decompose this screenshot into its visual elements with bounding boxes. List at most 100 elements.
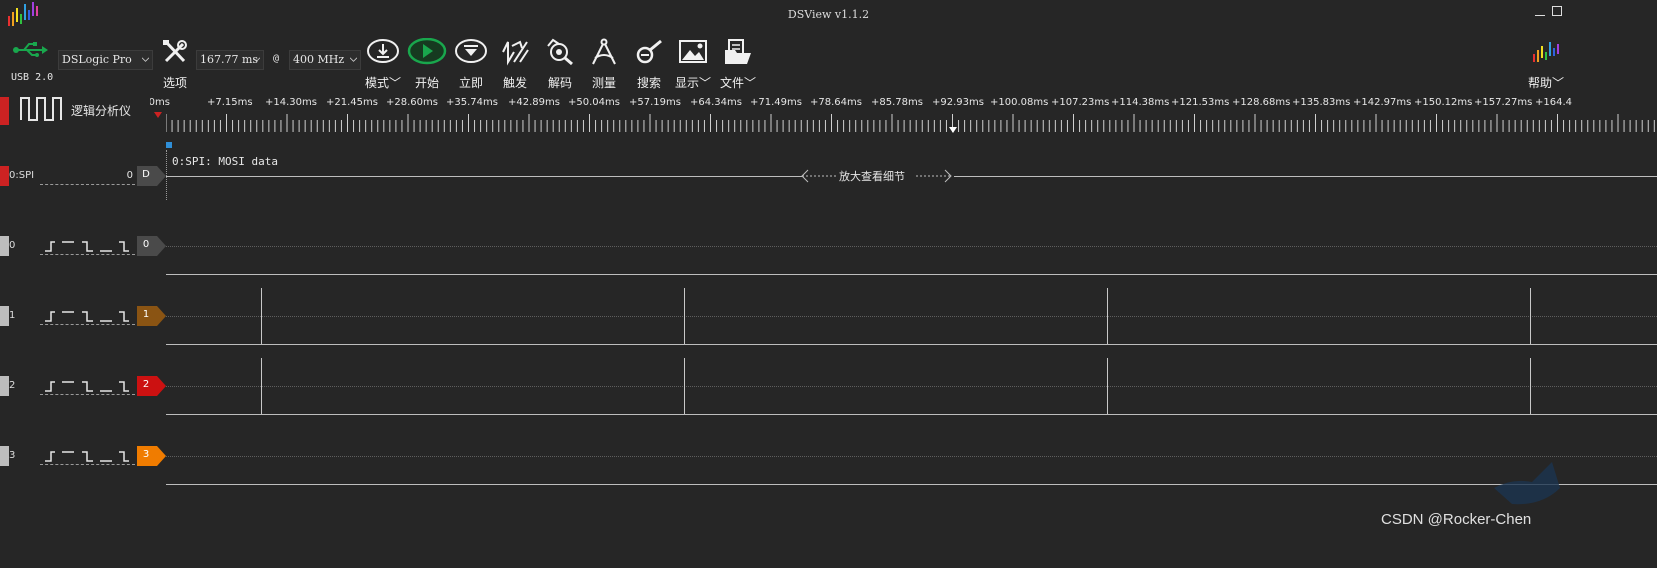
watermark-logo	[1494, 462, 1560, 505]
wrench-screwdriver-icon	[163, 40, 187, 63]
ruler-label: +92.93ms	[932, 97, 984, 108]
trigger-type-icons[interactable]	[40, 448, 135, 465]
trigger-edge-icons	[45, 451, 129, 462]
ruler-label: +14.30ms	[265, 97, 317, 108]
ruler-label: +164.4	[1535, 97, 1573, 108]
ruler-label: +135.83ms	[1292, 97, 1351, 108]
pulse-edge	[261, 358, 262, 414]
display-image-icon	[679, 40, 707, 63]
duration-value: 167.77 ms	[200, 53, 259, 66]
channel-badge[interactable]: 3	[137, 446, 167, 466]
title-bar: DSView v1.1.2	[0, 0, 1657, 30]
ruler-label: +57.19ms	[629, 97, 681, 108]
sample-rate-select[interactable]: 400 MHz	[289, 50, 361, 70]
dropdown-arrow-icon[interactable]	[154, 112, 162, 118]
ruler-label: +64.34ms	[690, 97, 742, 108]
ruler-label: +85.78ms	[871, 97, 923, 108]
channel-midline	[166, 456, 1657, 457]
minimize-button[interactable]	[1533, 4, 1547, 18]
decoder-badge[interactable]: D	[137, 166, 167, 186]
ruler-label: +100.08ms	[990, 97, 1049, 108]
help-label: 帮助	[1527, 76, 1552, 90]
pulse-edge	[684, 358, 685, 414]
file-label: 文件	[719, 76, 744, 90]
cursor-marker-icon[interactable]	[949, 127, 957, 133]
channel-waveform-low	[166, 484, 1657, 485]
trigger-type-icons[interactable]	[40, 238, 135, 255]
trigger-edge-icons	[45, 311, 129, 322]
search-button[interactable]: 搜索	[626, 38, 672, 90]
mode-button[interactable]: 模式﹀	[360, 38, 406, 90]
start-label: 开始	[414, 76, 439, 90]
ruler-ticks	[166, 114, 1655, 132]
channel-badge-label: 2	[142, 379, 150, 390]
mode-label: 模式	[364, 76, 389, 90]
trigger-button[interactable]: 触发	[492, 38, 538, 90]
restore-button[interactable]	[1550, 4, 1564, 18]
display-button[interactable]: 显示﹀	[670, 38, 716, 90]
help-button[interactable]: 帮助﹀	[1526, 38, 1566, 90]
channel-badge[interactable]: 2	[137, 376, 167, 396]
channel-name: 2	[9, 380, 16, 391]
decode-label: 解码	[547, 76, 572, 90]
trigger-edge-icons	[45, 381, 129, 392]
usb-label: USB 2.0	[11, 72, 54, 83]
duration-select[interactable]: 167.77 ms	[196, 50, 264, 70]
decode-icon	[547, 38, 573, 66]
decoder-line-right	[954, 176, 1657, 177]
pulse-edge	[684, 288, 685, 344]
trigger-type-icons[interactable]	[40, 308, 135, 325]
decoder-badge-label: D	[142, 169, 150, 180]
mode-indicator	[0, 97, 9, 125]
file-folder-icon	[725, 39, 751, 64]
instant-capture-icon	[455, 39, 487, 63]
channel-swatch[interactable]	[0, 446, 9, 466]
ruler-label: +42.89ms	[508, 97, 560, 108]
channel-midline	[166, 386, 1657, 387]
display-label: 显示	[674, 76, 699, 90]
channel-swatch[interactable]	[0, 376, 9, 396]
decoder-channel-index: 0	[126, 170, 133, 181]
channel-waveform-low	[166, 274, 1657, 275]
ruler-label: +35.74ms	[446, 97, 498, 108]
options-button[interactable]: 选项	[152, 38, 198, 90]
ruler-label: +21.45ms	[326, 97, 378, 108]
chevron-down-icon	[142, 57, 149, 62]
device-select[interactable]: DSLogic Pro	[58, 50, 153, 70]
pulse-edge	[261, 288, 262, 344]
pulse-edge	[1530, 358, 1531, 414]
channel-badge[interactable]: 0	[137, 236, 167, 256]
decoder-row-label: 0:SPI: MOSI data	[172, 155, 278, 168]
trigger-type-icons[interactable]	[40, 378, 135, 395]
sample-rate-value: 400 MHz	[293, 53, 345, 66]
search-icon	[636, 39, 662, 64]
channel-waveform-low	[166, 344, 1657, 345]
decoder-line-left	[166, 176, 802, 177]
channel-badge-label: 1	[142, 309, 150, 320]
zoom-hint: 放大查看细节	[839, 170, 905, 183]
decode-button[interactable]: 解码	[537, 38, 583, 90]
search-label: 搜索	[636, 76, 661, 90]
mode-name[interactable]: 逻辑分析仪	[71, 102, 131, 119]
ruler-label: +71.49ms	[750, 97, 802, 108]
channel-swatch[interactable]	[0, 236, 9, 256]
channel-badge[interactable]: 1	[137, 306, 167, 326]
channel-waveform-low	[166, 414, 1657, 415]
ruler-label: +7.15ms	[207, 97, 253, 108]
instant-label: 立即	[458, 76, 483, 90]
measure-button[interactable]: 测量	[581, 38, 627, 90]
ruler-label: +142.97ms	[1353, 97, 1412, 108]
ruler-label: +128.68ms	[1232, 97, 1291, 108]
ruler-label: +121.53ms	[1171, 97, 1230, 108]
file-button[interactable]: 文件﹀	[715, 38, 761, 90]
options-label: 选项	[162, 76, 187, 90]
chevron-down-icon: ﹀	[389, 76, 402, 90]
help-logo-icon	[1533, 42, 1559, 62]
ruler-label: +114.38ms	[1111, 97, 1170, 108]
play-icon	[407, 38, 447, 65]
instant-button[interactable]: 立即	[448, 38, 494, 90]
channel-swatch[interactable]	[0, 306, 9, 326]
start-button[interactable]: 开始	[404, 38, 450, 90]
trigger-edge-icons	[45, 241, 129, 252]
channel-midline	[166, 246, 1657, 247]
